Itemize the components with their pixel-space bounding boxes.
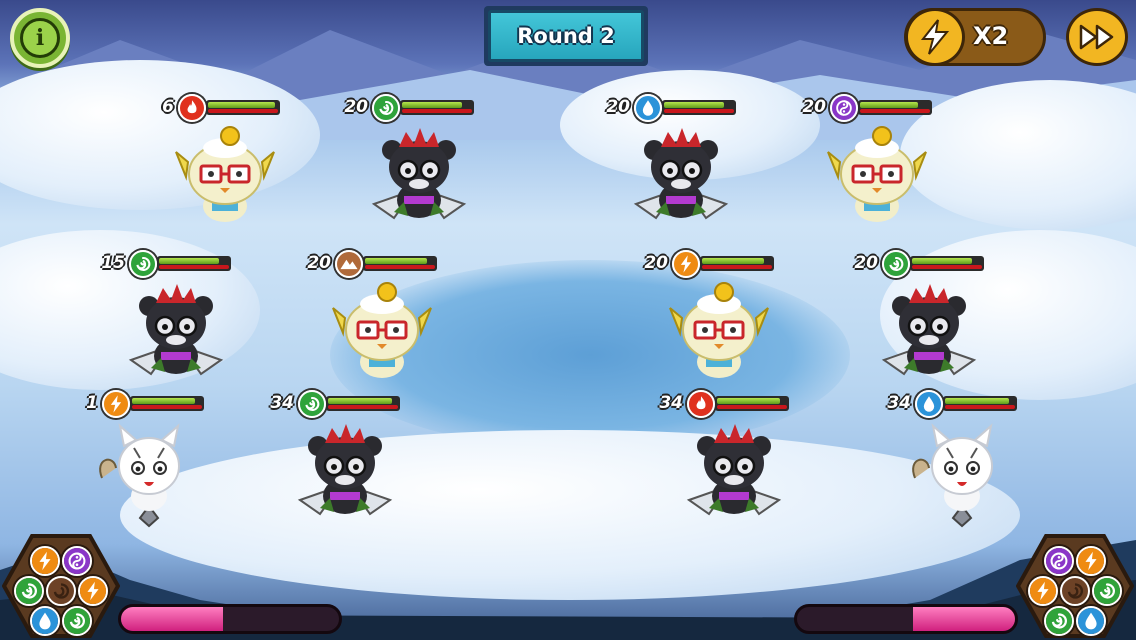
left-special-energy-bar <box>118 604 342 634</box>
unit-health-bar <box>662 100 736 115</box>
nature-orb-icon[interactable] <box>62 606 92 636</box>
unit-level: 20 <box>854 253 878 273</box>
nature-orb-icon[interactable] <box>1044 606 1074 636</box>
nature-element-icon <box>298 390 326 418</box>
round-label: Round 2 <box>517 24 615 48</box>
speed-toggle-button[interactable]: X2 <box>904 8 1046 66</box>
right-special-energy-bar <box>794 604 1018 634</box>
earth-element-icon <box>335 250 363 278</box>
unit-health-bar <box>943 396 1017 411</box>
owl-sprite-creature[interactable] <box>170 122 280 236</box>
unit-level: 20 <box>802 97 826 117</box>
right-unit[interactable]: 34 <box>659 390 825 540</box>
unit-level: 1 <box>86 393 98 413</box>
unit-health-bar <box>910 256 984 271</box>
ninja-panda-creature[interactable] <box>679 418 789 532</box>
unit-level: 15 <box>101 253 125 273</box>
ninja-panda-creature[interactable] <box>121 278 231 392</box>
nature-orb-icon[interactable] <box>14 576 44 606</box>
lightning-icon <box>905 8 965 66</box>
owl-sprite-creature[interactable] <box>327 278 437 392</box>
fast-forward-button[interactable] <box>1066 8 1128 66</box>
right-unit[interactable]: 34 <box>887 390 1053 540</box>
round-indicator: Round 2 <box>484 6 648 66</box>
info-button[interactable]: i <box>10 8 70 68</box>
fire-element-icon <box>687 390 715 418</box>
water-element-icon <box>915 390 943 418</box>
water-orb-icon[interactable] <box>30 606 60 636</box>
left-unit[interactable]: 34 <box>270 390 436 540</box>
unit-level: 6 <box>162 97 174 117</box>
unit-level: 34 <box>659 393 683 413</box>
left-unit[interactable]: 20 <box>307 250 473 400</box>
unit-level: 20 <box>644 253 668 273</box>
spirit-orb-icon[interactable] <box>62 546 92 576</box>
nature-element-icon <box>372 94 400 122</box>
owl-sprite-creature[interactable] <box>664 278 774 392</box>
right-unit[interactable]: 20 <box>606 94 772 244</box>
right-element-orb-panel[interactable] <box>1016 534 1134 638</box>
left-element-orb-panel[interactable] <box>2 534 120 638</box>
right-unit[interactable]: 20 <box>854 250 1020 400</box>
unit-level: 34 <box>270 393 294 413</box>
unit-health-bar <box>206 100 280 115</box>
unit-health-bar <box>326 396 400 411</box>
left-unit[interactable]: 15 <box>101 250 267 400</box>
left-unit[interactable]: 20 <box>344 94 510 244</box>
ninja-panda-creature[interactable] <box>626 122 736 236</box>
snow-cat-creature[interactable] <box>907 418 1017 532</box>
nature-element-icon <box>129 250 157 278</box>
lightning-orb-icon[interactable] <box>1028 576 1058 606</box>
unit-health-bar <box>157 256 231 271</box>
owl-sprite-creature[interactable] <box>822 122 932 236</box>
right-unit[interactable]: 20 <box>644 250 810 400</box>
unit-health-bar <box>700 256 774 271</box>
fire-element-icon <box>178 94 206 122</box>
spirit-element-icon <box>830 94 858 122</box>
water-element-icon <box>634 94 662 122</box>
nature-orb-icon[interactable] <box>1092 576 1122 606</box>
unit-health-bar <box>858 100 932 115</box>
unit-health-bar <box>715 396 789 411</box>
lightning-orb-icon[interactable] <box>30 546 60 576</box>
water-orb-icon[interactable] <box>1076 606 1106 636</box>
unit-health-bar <box>363 256 437 271</box>
unit-level: 20 <box>307 253 331 273</box>
unit-health-bar <box>130 396 204 411</box>
ninja-panda-creature[interactable] <box>364 122 474 236</box>
unit-level: 34 <box>887 393 911 413</box>
fast-forward-icon <box>1079 24 1114 50</box>
spirit-orb-icon[interactable] <box>1044 546 1074 576</box>
left-unit[interactable]: 1 <box>80 390 240 540</box>
lightning-element-icon <box>672 250 700 278</box>
nature-element-icon <box>882 250 910 278</box>
left-unit[interactable]: 6 <box>156 94 316 244</box>
snow-cat-creature[interactable] <box>94 418 204 532</box>
unit-health-bar <box>400 100 474 115</box>
unit-level: 20 <box>344 97 368 117</box>
info-icon: i <box>20 18 60 58</box>
lightning-orb-icon[interactable] <box>78 576 108 606</box>
swirl-center-icon <box>1060 576 1090 606</box>
swirl-center-icon <box>46 576 76 606</box>
lightning-element-icon <box>102 390 130 418</box>
right-unit[interactable]: 20 <box>802 94 968 244</box>
unit-level: 20 <box>606 97 630 117</box>
speed-multiplier-label: X2 <box>973 22 1009 50</box>
lightning-orb-icon[interactable] <box>1076 546 1106 576</box>
ninja-panda-creature[interactable] <box>874 278 984 392</box>
ninja-panda-creature[interactable] <box>290 418 400 532</box>
